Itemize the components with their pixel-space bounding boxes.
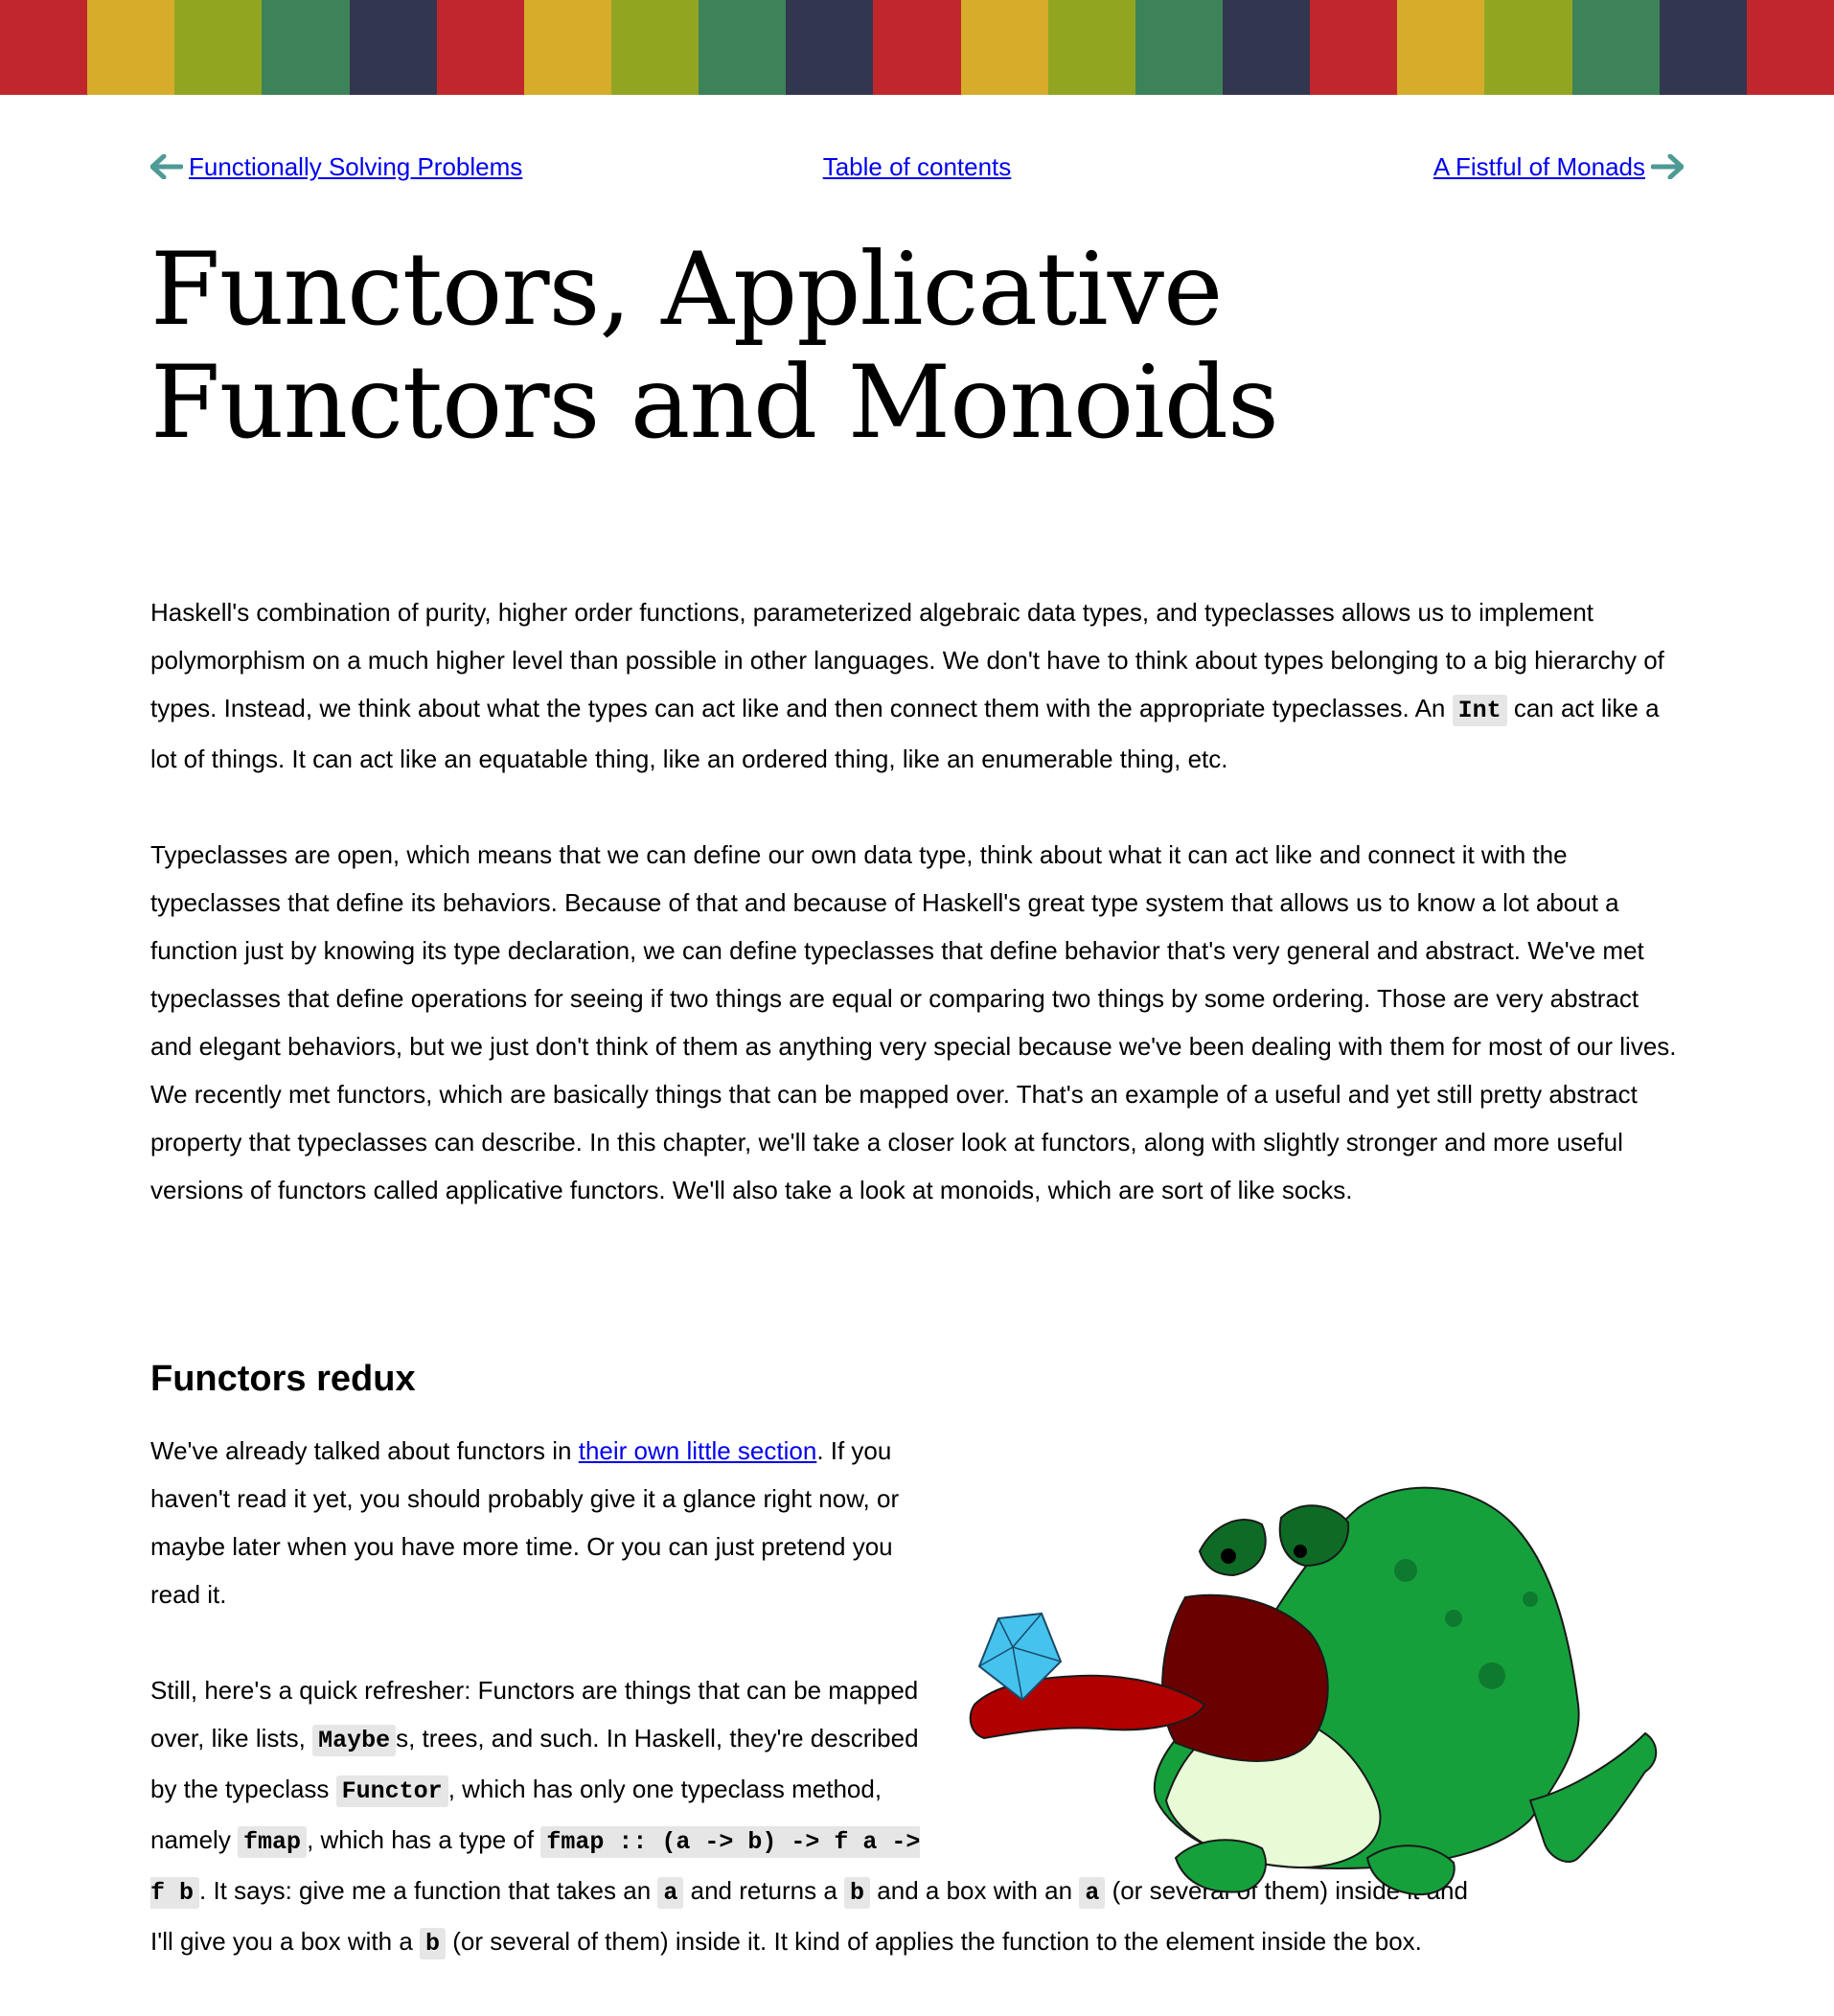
stripe-block-16 — [1310, 0, 1398, 95]
stripe-block-11 — [873, 0, 961, 95]
code-a-1: a — [657, 1877, 684, 1909]
intro-paragraph-1: Haskell's combination of purity, higher … — [150, 588, 1684, 783]
chapter-navigation: Functionally Solving Problems Table of c… — [150, 95, 1684, 196]
stripe-block-3 — [174, 0, 263, 95]
stripe-block-20 — [1659, 0, 1747, 95]
redux-p2-text-f: and returns a — [683, 1876, 845, 1905]
stripe-block-21 — [1746, 0, 1834, 95]
table-of-contents-link[interactable]: Table of contents — [823, 152, 1012, 181]
section-heading-functors-redux: Functors redux — [150, 1359, 416, 1399]
redux-p1-text-a: We've already talked about functors in — [150, 1436, 579, 1465]
code-maybe: Maybe — [312, 1725, 397, 1756]
intro-content: Haskell's combination of purity, higher … — [150, 588, 1684, 1959]
stripe-block-12 — [960, 0, 1048, 95]
stripe-block-13 — [1047, 0, 1135, 95]
intro-p1-text-a: Haskell's combination of purity, higher … — [150, 598, 1664, 722]
stripe-block-5 — [349, 0, 437, 95]
page-title: Functors, Applicative Functors and Monoi… — [150, 231, 1279, 461]
stripe-block-1 — [0, 0, 88, 95]
redux-p2-text-e: . It says: give me a function that takes… — [199, 1876, 658, 1905]
stripe-block-9 — [699, 0, 787, 95]
page-title-line-2: Functors and Monoids — [150, 344, 1279, 461]
stripe-block-4 — [262, 0, 350, 95]
stripe-block-8 — [610, 0, 699, 95]
code-fmap: fmap — [238, 1826, 308, 1858]
functors-redux-section: We've already talked about functors in t… — [150, 1427, 1684, 2016]
redux-p2-text-d: , which has a type of — [307, 1825, 541, 1854]
stripe-block-10 — [786, 0, 874, 95]
frog-with-gem-illustration — [969, 1486, 1658, 1896]
code-b-1: b — [844, 1877, 871, 1909]
stripe-block-15 — [1222, 0, 1311, 95]
stripe-block-17 — [1397, 0, 1485, 95]
stripe-block-2 — [87, 0, 175, 95]
next-chapter-link[interactable]: A Fistful of Monads — [1433, 152, 1645, 181]
stripe-block-14 — [1135, 0, 1223, 95]
color-stripe-banner — [0, 0, 1834, 95]
arrow-right-icon — [1651, 154, 1684, 179]
stripe-block-7 — [523, 0, 611, 95]
code-b-2: b — [420, 1928, 447, 1959]
stripe-block-6 — [436, 0, 524, 95]
stripe-block-18 — [1484, 0, 1572, 95]
own-little-section-link[interactable]: their own little section — [579, 1436, 817, 1465]
page-container: Functionally Solving Problems Table of c… — [150, 95, 1684, 1959]
page-title-line-1: Functors, Applicative — [150, 231, 1223, 348]
stripe-block-19 — [1571, 0, 1660, 95]
intro-paragraph-2: Typeclasses are open, which means that w… — [150, 840, 1677, 1204]
code-functor: Functor — [335, 1775, 448, 1807]
code-int: Int — [1452, 695, 1507, 726]
